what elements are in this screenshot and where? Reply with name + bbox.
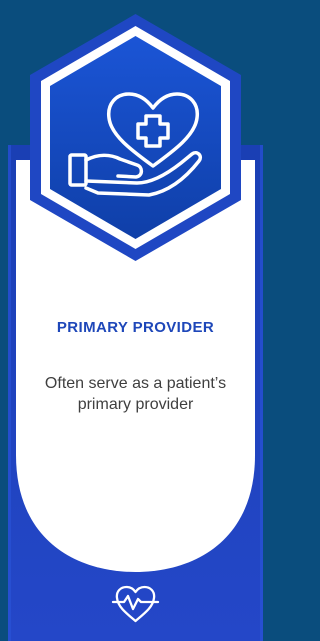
card-description: Often serve as a patient’s primary provi… <box>44 375 227 413</box>
card-title: PRIMARY PROVIDER <box>56 319 215 336</box>
primary-provider-card: PRIMARY PROVIDER Often serve as a patien… <box>0 0 271 641</box>
